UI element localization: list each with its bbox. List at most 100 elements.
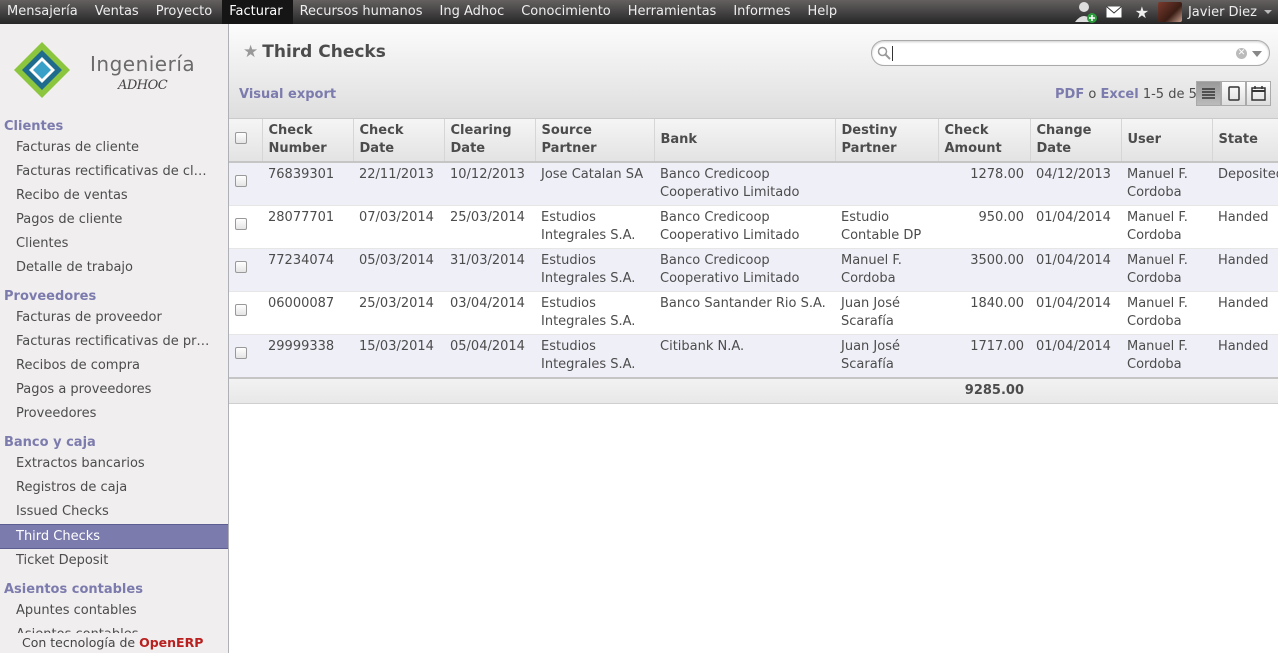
page-title: ★ Third Checks	[243, 42, 386, 62]
table-body: 76839301 22/11/2013 10/12/2013 Jose Catalan…	[229, 162, 1278, 379]
total-amount: 9285.00	[938, 377, 1030, 404]
column-header[interactable]: State	[1212, 119, 1278, 163]
main-content: ★ Third Checks ✕ Visual export PDF o Exc…	[229, 24, 1278, 653]
top-menu-item[interactable]: Proyecto	[149, 0, 223, 24]
favorite-star-icon[interactable]: ★	[243, 42, 258, 62]
top-menu-item[interactable]: Ing Adhoc	[433, 0, 515, 24]
form-view-button[interactable]	[1221, 81, 1246, 106]
top-menu-item[interactable]: Help	[800, 0, 847, 24]
table-row[interactable]: 77234074 05/03/2014 31/03/2014 Estudios Int…	[229, 248, 1278, 292]
column-header[interactable]: Clearing Date	[444, 119, 536, 163]
table-cell: 1717.00	[938, 334, 1030, 379]
row-select-cell	[229, 334, 262, 379]
column-header[interactable]: Check Date	[353, 119, 445, 163]
sidebar-item[interactable]: Detalle de trabajo	[0, 256, 228, 280]
user-menu[interactable]: Javier Diez	[1156, 2, 1278, 22]
sidebar: Ingeniería ADHOC Clientes Facturas de cli…	[0, 24, 229, 653]
table-cell: Deposited	[1212, 162, 1278, 206]
row-checkbox[interactable]	[235, 304, 247, 316]
sidebar-item[interactable]: Pagos a proveedores	[0, 378, 228, 402]
column-header[interactable]: Bank	[654, 119, 836, 163]
table-cell: Manuel F. Cordoba	[1121, 205, 1212, 249]
sidebar-item[interactable]: Clientes	[0, 232, 228, 256]
table-cell: Handed	[1212, 334, 1278, 379]
visual-export-link[interactable]: Visual export	[239, 87, 336, 102]
column-header[interactable]: Check Amount	[938, 119, 1031, 163]
row-checkbox[interactable]	[235, 261, 247, 273]
column-header[interactable]: User	[1121, 119, 1213, 163]
star-icon[interactable]: ★	[1128, 0, 1156, 24]
table-cell: 03/04/2014	[444, 291, 535, 335]
top-menu-item[interactable]: Herramientas	[621, 0, 727, 24]
table-row[interactable]: 28077701 07/03/2014 25/03/2014 Estudios Int…	[229, 205, 1278, 249]
top-menu-item[interactable]: Facturar	[222, 0, 293, 24]
top-menu-item[interactable]: Conocimiento	[514, 0, 621, 24]
sidebar-item[interactable]: Facturas de proveedor	[0, 306, 228, 330]
table-cell: Estudios Integrales S.A.	[535, 291, 654, 335]
table-cell: Citibank N.A.	[654, 334, 835, 379]
sidebar-item[interactable]: Third Checks	[0, 524, 228, 549]
table-cell: 950.00	[938, 205, 1030, 249]
openerp-link[interactable]: OpenERP	[139, 635, 203, 650]
sidebar-item[interactable]: Extractos bancarios	[0, 452, 228, 476]
sidebar-item[interactable]: Facturas de cliente	[0, 136, 228, 160]
text-cursor	[892, 46, 893, 61]
page-title-text: Third Checks	[262, 42, 386, 62]
table-footer-row: 9285.00	[229, 377, 1278, 404]
user-status-icon[interactable]	[1072, 0, 1100, 24]
sidebar-section-title: Proveedores	[4, 289, 97, 304]
footer-cell	[1212, 377, 1278, 404]
sidebar-item[interactable]: Recibos de compra	[0, 354, 228, 378]
table-cell: Estudio Contable DP	[835, 205, 938, 249]
top-right-area: ★ Javier Diez	[1072, 0, 1278, 24]
excel-export-link[interactable]: Excel	[1100, 87, 1138, 102]
table-row[interactable]: 76839301 22/11/2013 10/12/2013 Jose Catalan…	[229, 162, 1278, 206]
row-checkbox[interactable]	[235, 347, 247, 359]
top-menu-item[interactable]: Mensajería	[0, 0, 88, 24]
calendar-view-button[interactable]	[1246, 81, 1271, 106]
table-cell: Manuel F. Cordoba	[1121, 334, 1212, 379]
pdf-export-link[interactable]: PDF	[1055, 87, 1084, 102]
logo-diamond-icon	[14, 42, 70, 98]
sidebar-item[interactable]: Registros de caja	[0, 476, 228, 500]
sidebar-item[interactable]: Ticket Deposit	[0, 549, 228, 573]
select-all-checkbox[interactable]	[235, 132, 247, 144]
column-header[interactable]: Change Date	[1030, 119, 1122, 163]
table-cell	[835, 162, 938, 206]
company-logo: Ingeniería ADHOC	[0, 24, 228, 110]
pager-range[interactable]: 1-5 de 5	[1143, 87, 1197, 102]
top-menu-item[interactable]: Ventas	[88, 0, 149, 24]
sidebar-item[interactable]: Facturas rectificativas de pr…	[0, 330, 228, 354]
top-menu-item[interactable]: Recursos humanos	[293, 0, 433, 24]
table-row[interactable]: 06000087 25/03/2014 03/04/2014 Estudios Int…	[229, 291, 1278, 335]
column-header[interactable]: Source Partner	[535, 119, 655, 163]
top-menu-item[interactable]: Informes	[726, 0, 800, 24]
search-icon	[877, 46, 891, 60]
sidebar-item[interactable]: Recibo de ventas	[0, 184, 228, 208]
sidebar-item[interactable]: Proveedores	[0, 402, 228, 426]
row-select-cell	[229, 205, 262, 249]
list-view-button[interactable]	[1196, 81, 1221, 106]
sidebar-item[interactable]: Pagos de cliente	[0, 208, 228, 232]
sidebar-section-title: Banco y caja	[4, 435, 96, 450]
table-cell: Handed	[1212, 205, 1278, 249]
user-name: Javier Diez	[1187, 4, 1257, 20]
column-header[interactable]: Check Number	[262, 119, 354, 163]
table-cell: 01/04/2014	[1030, 248, 1121, 292]
sidebar-item[interactable]: Issued Checks	[0, 500, 228, 524]
sidebar-item[interactable]: Apuntes contables	[0, 599, 228, 623]
table-cell: Manuel F. Cordoba	[1121, 248, 1212, 292]
table-cell: 1278.00	[938, 162, 1030, 206]
row-checkbox[interactable]	[235, 218, 247, 230]
clear-search-icon[interactable]: ✕	[1236, 48, 1247, 59]
row-select-cell	[229, 291, 262, 335]
table-cell: Banco Santander Rio S.A.	[654, 291, 835, 335]
sidebar-item[interactable]: Facturas rectificativas de cl…	[0, 160, 228, 184]
search-options-dropdown-icon[interactable]	[1252, 51, 1262, 57]
mail-icon[interactable]	[1100, 0, 1128, 24]
column-header[interactable]: Destiny Partner	[835, 119, 939, 163]
row-checkbox[interactable]	[235, 175, 247, 187]
table-row[interactable]: 29999338 15/03/2014 05/04/2014 Estudios Int…	[229, 334, 1278, 379]
footer-cell	[1121, 377, 1212, 404]
search-input[interactable]: ✕	[871, 40, 1270, 66]
